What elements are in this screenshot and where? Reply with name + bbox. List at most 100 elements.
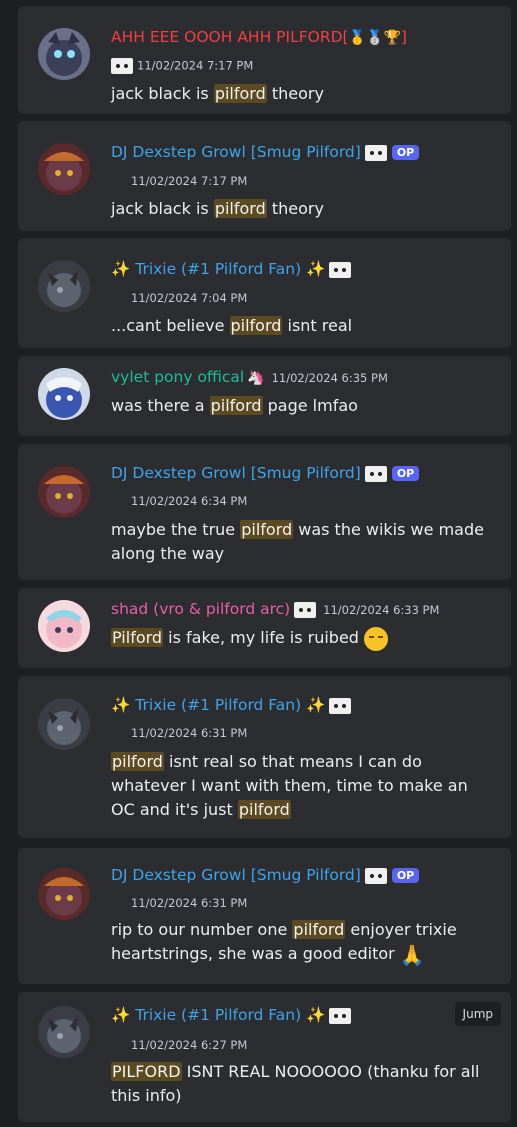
jump-button[interactable]: Jump <box>454 1002 501 1026</box>
avatar[interactable] <box>38 260 90 312</box>
op-badge: OP <box>391 466 420 481</box>
text-segment: theory <box>266 199 324 218</box>
message-card[interactable]: AHH EEE OOOH AHH PILFORD[🥇🥈🏆] 11/02/2024… <box>18 6 511 114</box>
author-name[interactable]: DJ Dexstep Growl [Smug Pilford] OP <box>111 464 420 482</box>
message-text: was there a pilford page lmfao <box>111 394 493 418</box>
author-name[interactable]: vylet pony offical 🦄 11/02/2024 6:35 PM <box>111 368 388 386</box>
search-highlight: Pilford <box>111 628 164 647</box>
message-card[interactable]: shad (vro & pilford arc) 11/02/2024 6:33… <box>18 588 511 668</box>
message-text: pilford isnt real so that means I can do… <box>111 750 493 822</box>
avatar[interactable] <box>38 368 90 420</box>
timestamp: 11/02/2024 6:34 PM <box>131 494 248 508</box>
avatar[interactable] <box>38 600 90 652</box>
author-name-text[interactable]: vylet pony offical <box>111 368 244 386</box>
timestamp: 11/02/2024 7:04 PM <box>131 291 248 305</box>
author-name-text[interactable]: AHH EEE OOOH AHH PILFORD[ <box>111 28 349 46</box>
text-segment: was there a <box>111 396 210 415</box>
author-name-text[interactable]: Trixie (#1 Pilford Fan) <box>135 1006 301 1024</box>
message-text: Pilford is fake, my life is ruibed <box>111 626 493 651</box>
timestamp: 11/02/2024 6:31 PM <box>131 726 248 740</box>
author-name-suffix: ] <box>400 28 407 46</box>
message-text: rip to our number one pilford enjoyer tr… <box>111 918 493 967</box>
search-highlight: pilford <box>292 920 346 939</box>
author-name-text[interactable]: DJ Dexstep Growl [Smug Pilford] <box>111 866 361 884</box>
sparkles-icon: ✨ <box>111 260 131 278</box>
medal-icon: 🥈 <box>366 29 384 46</box>
author-name-text[interactable]: DJ Dexstep Growl [Smug Pilford] <box>111 464 361 482</box>
author-name[interactable]: ✨ Trixie (#1 Pilford Fan) ✨ <box>111 260 352 278</box>
troll-face-icon <box>294 601 317 618</box>
search-highlight: pilford <box>111 752 164 771</box>
avatar[interactable] <box>38 698 90 750</box>
sparkles-icon: ✨ <box>306 260 326 278</box>
avatar[interactable] <box>38 466 90 518</box>
sparkles-icon: ✨ <box>306 696 326 714</box>
avatar[interactable] <box>38 868 90 920</box>
sparkles-icon: ✨ <box>306 1006 326 1024</box>
op-badge: OP <box>391 868 420 883</box>
folded-hands-icon: 🙏 <box>399 942 425 967</box>
message-text: PILFORD ISNT REAL NOOOOOO (thanku for al… <box>111 1060 493 1108</box>
troll-face-icon <box>111 58 133 74</box>
troll-face-icon <box>329 697 352 714</box>
message-card[interactable]: ✨ Trixie (#1 Pilford Fan) ✨ 11/02/2024 7… <box>18 238 511 348</box>
troll-face-icon <box>364 465 387 482</box>
message-card[interactable]: ✨ Trixie (#1 Pilford Fan) ✨ 11/02/2024 6… <box>18 676 511 838</box>
medal-icon: 🥇 <box>348 29 367 46</box>
troll-face-icon <box>364 144 387 161</box>
timestamp: 11/02/2024 6:35 PM <box>271 371 388 385</box>
message-card[interactable]: DJ Dexstep Growl [Smug Pilford] OP 11/02/… <box>18 848 511 984</box>
search-highlight: pilford <box>240 520 294 539</box>
timestamp: 11/02/2024 6:31 PM <box>131 896 248 910</box>
search-highlight: PILFORD <box>111 1062 182 1081</box>
timestamp: 11/02/2024 7:17 PM <box>137 58 254 73</box>
author-name[interactable]: shad (vro & pilford arc) 11/02/2024 6:33… <box>111 600 439 618</box>
search-highlight: pilford <box>213 84 267 103</box>
search-highlight: pilford <box>229 316 283 335</box>
text-segment: jack black is <box>111 199 214 218</box>
text-segment: ...cant believe <box>111 316 230 335</box>
trophy-icon: 🏆 <box>383 29 401 46</box>
message-text: jack black is pilford theory <box>111 197 493 221</box>
author-name[interactable]: AHH EEE OOOH AHH PILFORD[🥇🥈🏆] <box>111 28 407 46</box>
timestamp: 11/02/2024 6:33 PM <box>323 603 440 617</box>
message-card[interactable]: DJ Dexstep Growl [Smug Pilford] OP 11/02/… <box>18 121 511 231</box>
message-text: maybe the true pilford was the wikis we … <box>111 518 493 566</box>
text-segment: isnt real <box>282 316 353 335</box>
op-badge: OP <box>391 145 420 160</box>
message-card[interactable]: vylet pony offical 🦄 11/02/2024 6:35 PM w… <box>18 356 511 436</box>
troll-face-icon <box>329 261 352 278</box>
troll-face-icon <box>364 867 387 884</box>
author-name[interactable]: DJ Dexstep Growl [Smug Pilford] OP <box>111 866 420 884</box>
text-segment: maybe the true <box>111 520 241 539</box>
sparkles-icon: ✨ <box>111 696 131 714</box>
search-highlight: pilford <box>209 396 263 415</box>
message-card[interactable]: DJ Dexstep Growl [Smug Pilford] OP 11/02/… <box>18 444 511 580</box>
author-name-text[interactable]: Trixie (#1 Pilford Fan) <box>135 260 301 278</box>
search-highlight: pilford <box>237 800 291 819</box>
message-text: jack black is pilford theory <box>111 82 493 106</box>
text-segment: jack black is <box>111 84 214 103</box>
avatar[interactable] <box>38 28 90 80</box>
text-segment: page lmfao <box>262 396 358 415</box>
author-name-text[interactable]: shad (vro & pilford arc) <box>111 600 290 618</box>
sparkles-icon: ✨ <box>111 1006 131 1024</box>
text-segment: rip to our number one <box>111 920 293 939</box>
pony-icon: 🦄 <box>247 369 265 386</box>
avatar[interactable] <box>38 143 90 195</box>
author-name[interactable]: DJ Dexstep Growl [Smug Pilford] OP <box>111 143 420 161</box>
timestamp-row: 11/02/2024 7:17 PM <box>111 58 253 74</box>
author-name-text[interactable]: DJ Dexstep Growl [Smug Pilford] <box>111 143 361 161</box>
timestamp: 11/02/2024 6:27 PM <box>131 1038 248 1052</box>
text-segment: theory <box>266 84 324 103</box>
troll-face-icon <box>329 1007 352 1024</box>
author-name-text[interactable]: Trixie (#1 Pilford Fan) <box>135 696 301 714</box>
message-text: ...cant believe pilford isnt real <box>111 314 493 338</box>
avatar[interactable] <box>38 1006 90 1058</box>
author-name[interactable]: ✨ Trixie (#1 Pilford Fan) ✨ <box>111 696 352 714</box>
text-segment: is fake, my life is ruibed <box>163 628 365 647</box>
timestamp: 11/02/2024 7:17 PM <box>131 174 248 188</box>
author-name[interactable]: ✨ Trixie (#1 Pilford Fan) ✨ <box>111 1006 352 1024</box>
search-highlight: pilford <box>213 199 267 218</box>
message-card[interactable]: ✨ Trixie (#1 Pilford Fan) ✨ Jump 11/02/2… <box>18 992 511 1122</box>
